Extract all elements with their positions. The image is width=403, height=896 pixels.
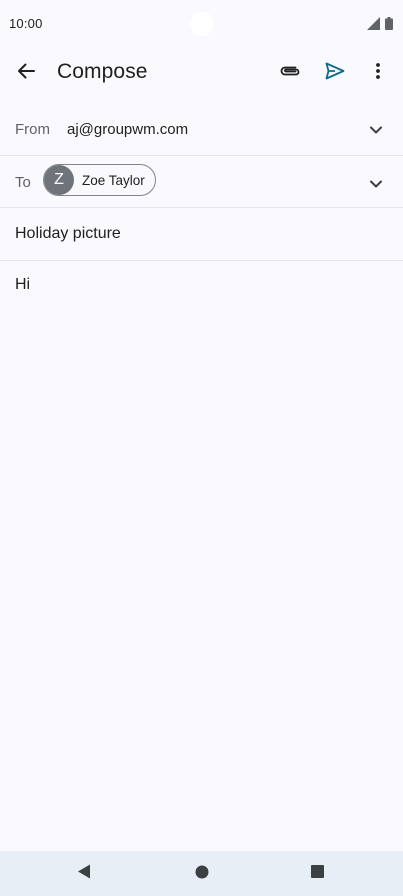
camera-cutout xyxy=(190,12,214,36)
recents-square-icon xyxy=(310,865,324,883)
more-vert-icon xyxy=(376,62,380,84)
app-bar: Compose xyxy=(0,48,403,98)
back-triangle-icon xyxy=(77,864,91,884)
status-time: 10:00 xyxy=(9,16,43,31)
nav-back-button[interactable] xyxy=(69,859,99,889)
avatar: Z xyxy=(44,165,74,195)
subject-field[interactable]: Holiday picture xyxy=(15,225,121,243)
chevron-down-icon xyxy=(369,176,383,193)
to-row[interactable]: To Z Zoe Taylor xyxy=(0,156,403,208)
send-icon xyxy=(325,62,345,85)
recipient-chip[interactable]: Z Zoe Taylor xyxy=(43,164,156,196)
attach-button[interactable] xyxy=(270,53,310,93)
from-row[interactable]: From aj@groupwm.com xyxy=(0,104,403,156)
to-label: To xyxy=(15,174,31,191)
battery-icon xyxy=(385,17,393,35)
chevron-down-icon xyxy=(369,122,383,139)
home-circle-icon xyxy=(195,865,209,884)
arrow-back-icon xyxy=(16,61,36,86)
back-button[interactable] xyxy=(6,53,46,93)
nav-home-button[interactable] xyxy=(187,859,217,889)
more-options-button[interactable] xyxy=(358,53,398,93)
to-dropdown-chevron[interactable] xyxy=(369,176,383,194)
status-bar: 10:00 xyxy=(0,0,403,48)
paperclip-icon xyxy=(279,64,301,83)
recipient-name: Zoe Taylor xyxy=(82,172,145,188)
subject-row[interactable]: Holiday picture xyxy=(0,208,403,261)
from-label: From xyxy=(15,121,50,138)
status-icons xyxy=(367,17,393,35)
from-address[interactable]: aj@groupwm.com xyxy=(67,121,188,138)
from-dropdown-chevron[interactable] xyxy=(369,122,383,140)
send-button[interactable] xyxy=(315,53,355,93)
message-body[interactable]: Hi xyxy=(15,276,30,294)
signal-icon xyxy=(367,17,380,35)
system-nav-bar xyxy=(0,851,403,896)
page-title: Compose xyxy=(57,60,148,83)
nav-recents-button[interactable] xyxy=(302,859,332,889)
